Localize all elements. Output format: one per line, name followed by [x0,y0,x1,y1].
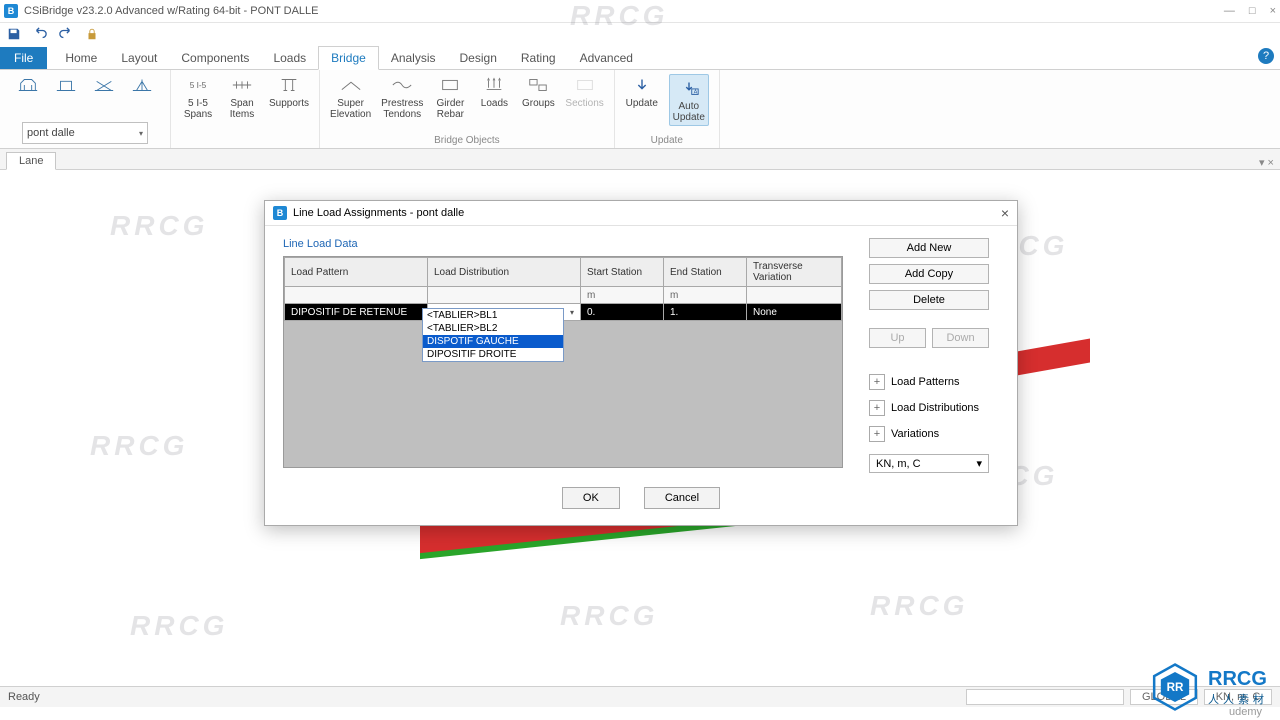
prestress-tendons-button[interactable]: Prestress Tendons [381,74,423,120]
bridge-tool-3[interactable] [87,74,121,96]
line-load-grid[interactable]: Load Pattern Load Distribution Start Sta… [283,256,843,468]
app-icon: B [4,4,18,18]
cell-start-station[interactable]: 0. [581,304,664,321]
udemy-watermark: udemy [1229,706,1262,718]
col-end-station[interactable]: End Station [664,258,747,287]
delete-button[interactable]: Delete [869,290,989,310]
section-label: Line Load Data [283,238,843,250]
svg-text:5 I-5: 5 I-5 [190,81,207,90]
dropdown-option[interactable]: <TABLIER>BL1 [423,309,563,322]
add-new-button[interactable]: Add New [869,238,989,258]
super-elevation-button[interactable]: Super Elevation [330,74,371,120]
loads-button[interactable]: Loads [477,74,511,109]
bridge-tool-1[interactable] [11,74,45,96]
title-bar: B CSiBridge v23.2.0 Advanced w/Rating 64… [0,0,1280,23]
plus-icon: + [869,374,885,390]
redo-icon[interactable] [58,26,74,42]
window-close[interactable]: × [1270,5,1276,17]
chevron-down-icon: ▾ [570,308,574,317]
svg-text:A: A [693,90,697,96]
dialog-titlebar: B Line Load Assignments - pont dalle × [265,201,1017,226]
expander-load-distributions[interactable]: +Load Distributions [869,400,989,416]
col-transverse-variation[interactable]: Transverse Variation [747,258,842,287]
document-tabs: Lane ▾ × [0,149,1280,170]
down-button: Down [932,328,989,348]
status-blank [966,689,1124,705]
span-items-button[interactable]: Span Items [225,74,259,120]
cancel-button[interactable]: Cancel [644,487,720,509]
cell-end-station[interactable]: 1. [664,304,747,321]
auto-update-button[interactable]: AAuto Update [669,74,709,126]
load-distribution-dropdown[interactable]: <TABLIER>BL1 <TABLIER>BL2 DISPOTIF GAUCH… [422,308,564,362]
dropdown-option[interactable]: <TABLIER>BL2 [423,322,563,335]
chevron-down-icon: ▾ [976,457,982,470]
help-icon[interactable]: ? [1258,48,1274,64]
window-minimize[interactable]: — [1224,5,1235,17]
dialog-close-button[interactable]: × [1001,205,1009,221]
status-bar: Ready GLOBAL KN, m, C [0,686,1280,707]
tab-home[interactable]: Home [53,47,109,69]
supports-button[interactable]: Supports [269,74,309,109]
groups-button[interactable]: Groups [521,74,555,109]
units-combo[interactable]: KN, m, C ▾ [869,454,989,473]
group-label-update: Update [651,133,683,146]
watermark: RRCG [110,210,208,242]
girder-rebar-button[interactable]: Girder Rebar [433,74,467,120]
expander-variations[interactable]: +Variations [869,426,989,442]
tab-advanced[interactable]: Advanced [568,47,645,69]
tab-bridge[interactable]: Bridge [318,46,379,70]
chevron-down-icon: ▾ [139,129,143,138]
ribbon-tabs: File Home Layout Components Loads Bridge… [0,45,1280,70]
window-title: CSiBridge v23.2.0 Advanced w/Rating 64-b… [24,5,319,17]
status-coord-system[interactable]: GLOBAL [1130,689,1198,705]
up-button: Up [869,328,926,348]
dropdown-option[interactable]: DIPOSITIF DROITE [423,348,563,361]
tab-layout[interactable]: Layout [109,47,169,69]
viewport[interactable]: RRCG RRCG RRCG RRCG RRCG RRCG RRCG RRCG … [0,170,1280,686]
save-icon[interactable] [6,26,22,42]
tab-rating[interactable]: Rating [509,47,568,69]
file-tab[interactable]: File [0,47,47,69]
tab-design[interactable]: Design [448,47,509,69]
ribbon: pont dalle ▾ 5 I-55 I-5 Spans Span Items… [0,70,1280,149]
status-units[interactable]: KN, m, C [1204,689,1272,705]
update-button[interactable]: Update [625,74,659,109]
doc-tab-lane[interactable]: Lane [6,152,56,170]
combo-value: pont dalle [27,127,75,139]
cell-transverse-variation[interactable]: None [747,304,842,321]
watermark: RRCG [870,590,968,622]
plus-icon: + [869,400,885,416]
col-start-station[interactable]: Start Station [581,258,664,287]
watermark: RRCG [90,430,188,462]
group-label-bridge-objects: Bridge Objects [434,133,500,146]
cell-load-pattern[interactable]: DIPOSITIF DE RETENUE [285,304,428,321]
ok-button[interactable]: OK [562,487,620,509]
plus-icon: + [869,426,885,442]
watermark: RRCG [130,610,228,642]
expander-load-patterns[interactable]: +Load Patterns [869,374,989,390]
line-load-assignments-dialog: B Line Load Assignments - pont dalle × L… [264,200,1018,526]
bridge-object-combo[interactable]: pont dalle ▾ [22,122,148,144]
sections-button[interactable]: Sections [565,74,603,109]
app-icon: B [273,206,287,220]
doc-tab-controls[interactable]: ▾ × [1259,156,1280,169]
undo-icon[interactable] [32,26,48,42]
status-text: Ready [8,691,40,703]
dialog-title: Line Load Assignments - pont dalle [293,207,464,219]
lock-icon[interactable] [84,26,100,42]
window-maximize[interactable]: □ [1249,5,1256,17]
bridge-tool-4[interactable] [125,74,159,96]
bridge-tool-2[interactable] [49,74,83,96]
tab-components[interactable]: Components [169,47,261,69]
tab-loads[interactable]: Loads [261,47,318,69]
dropdown-option-highlighted[interactable]: DISPOTIF GAUCHE [423,335,563,348]
tab-analysis[interactable]: Analysis [379,47,448,69]
spans-button[interactable]: 5 I-55 I-5 Spans [181,74,215,120]
col-load-distribution[interactable]: Load Distribution [428,258,581,287]
watermark: RRCG [560,600,658,632]
quick-access-toolbar [0,23,1280,45]
col-load-pattern[interactable]: Load Pattern [285,258,428,287]
add-copy-button[interactable]: Add Copy [869,264,989,284]
